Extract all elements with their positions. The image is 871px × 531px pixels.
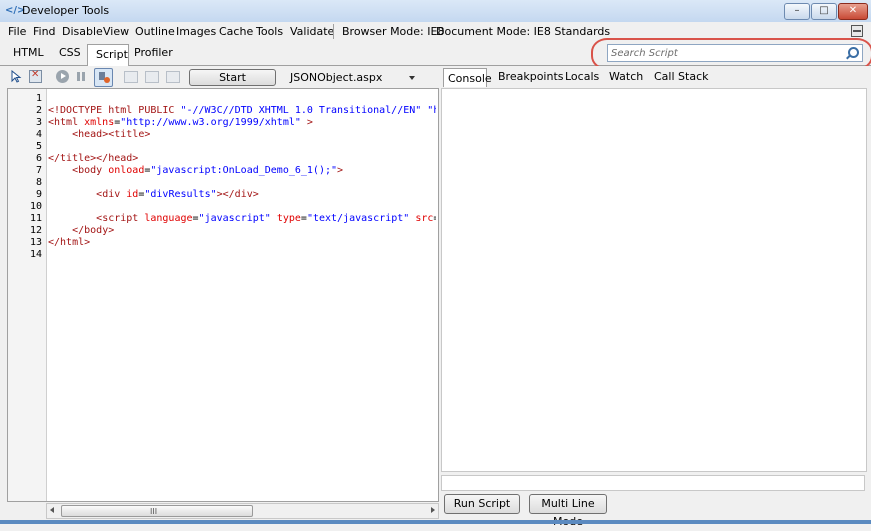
maximize-button[interactable]: □ [811, 3, 837, 20]
line-number: 9 [35, 189, 42, 200]
title-bar: </> Developer Tools – □ ✕ [0, 0, 871, 23]
code-line: <body onload="javascript:OnLoad_Demo_6_1… [72, 165, 344, 176]
code-line: </title></head> [48, 153, 139, 164]
pin-icon[interactable] [851, 25, 863, 37]
line-number: 10 [29, 201, 42, 212]
code-line: <html xmlns="http://www.w3.org/1999/xhtm… [48, 117, 313, 128]
break-on-error-icon[interactable] [94, 68, 113, 87]
menu-find[interactable]: Find [33, 25, 56, 38]
step-into-icon[interactable] [124, 71, 138, 83]
run-script-button[interactable]: Run Script [444, 494, 520, 514]
window-title: Developer Tools [22, 4, 110, 17]
line-number: 11 [29, 213, 42, 224]
horizontal-scrollbar[interactable]: III [46, 503, 439, 519]
code-line: <div id="divResults"></div> [96, 189, 259, 200]
line-number-gutter: 1 2 3 4 5 6 7 8 9 10 11 12 13 14 [8, 89, 47, 501]
line-number: 8 [35, 177, 42, 188]
chevron-down-icon[interactable] [409, 76, 415, 80]
developer-tools-icon: </> [5, 5, 26, 16]
menu-validate[interactable]: Validate [290, 25, 334, 38]
line-number: 5 [35, 141, 42, 152]
document-mode-menu[interactable]: Document Mode: IE8 Standards [436, 25, 610, 38]
start-debugging-button[interactable]: Start Debugging [189, 69, 276, 100]
line-number: 4 [35, 129, 42, 140]
browser-mode-menu[interactable]: Browser Mode: IE8 [342, 25, 444, 38]
window-bottom-edge [0, 520, 871, 524]
tab-html[interactable]: HTML [13, 46, 44, 59]
continue-icon[interactable] [56, 70, 69, 83]
code-line: <!DOCTYPE html PUBLIC "-//W3C//DTD XHTML… [48, 105, 436, 116]
menu-tools[interactable]: Tools [256, 25, 283, 38]
line-number: 12 [29, 225, 42, 236]
menu-disable[interactable]: Disable [62, 25, 103, 38]
line-number: 6 [35, 153, 42, 164]
console-input[interactable] [441, 475, 865, 491]
tab-profiler[interactable]: Profiler [134, 46, 173, 59]
minimize-button[interactable]: – [784, 3, 810, 20]
line-number: 14 [29, 249, 42, 260]
pause-icon[interactable] [77, 70, 85, 83]
menu-file[interactable]: File [8, 25, 26, 38]
code-line: <script language="javascript" type="text… [96, 213, 436, 224]
script-toolbar: Start Debugging JSONObject.aspx Console … [0, 66, 871, 100]
close-button[interactable]: ✕ [838, 3, 868, 20]
menu-images[interactable]: Images [176, 25, 216, 38]
tab-call-stack[interactable]: Call Stack [654, 70, 708, 83]
line-number: 2 [35, 105, 42, 116]
menu-outline[interactable]: Outline [135, 25, 175, 38]
code-area[interactable]: <!DOCTYPE html PUBLIC "-//W3C//DTD XHTML… [48, 89, 436, 501]
line-number: 3 [35, 117, 42, 128]
tab-css[interactable]: CSS [59, 46, 81, 59]
step-out-icon[interactable] [166, 71, 180, 83]
code-line: </body> [72, 225, 115, 236]
tab-watch[interactable]: Watch [609, 70, 643, 83]
menu-separator [333, 24, 334, 39]
step-over-icon[interactable] [145, 71, 159, 83]
tab-locals[interactable]: Locals [565, 70, 599, 83]
select-element-icon[interactable] [10, 70, 23, 83]
line-number: 1 [35, 93, 42, 104]
tab-console-label: Console [448, 72, 492, 85]
scroll-left-icon[interactable] [50, 507, 54, 513]
tab-script-label: Script [96, 48, 128, 61]
clear-browser-cache-icon[interactable] [29, 69, 42, 83]
multi-line-mode-button[interactable]: Multi Line Mode [529, 494, 607, 528]
console-output [441, 88, 867, 472]
scroll-right-icon[interactable] [431, 507, 435, 513]
tab-console[interactable]: Console [443, 68, 492, 87]
menu-view[interactable]: View [103, 25, 129, 38]
menu-cache[interactable]: Cache [219, 25, 253, 38]
tab-script[interactable]: Script [87, 44, 129, 66]
code-line: <head><title> [72, 129, 151, 140]
scrollbar-thumb[interactable]: III [61, 505, 253, 517]
script-editor[interactable]: 1 2 3 4 5 6 7 8 9 10 11 12 13 14 <!DOCTY… [7, 88, 439, 502]
line-number: 7 [35, 165, 42, 176]
scrollbar-grip: III [150, 507, 158, 516]
script-file-select[interactable]: JSONObject.aspx [290, 71, 382, 84]
code-line: </html> [48, 237, 91, 248]
tab-breakpoints[interactable]: Breakpoints [498, 70, 564, 83]
line-number: 13 [29, 237, 42, 248]
